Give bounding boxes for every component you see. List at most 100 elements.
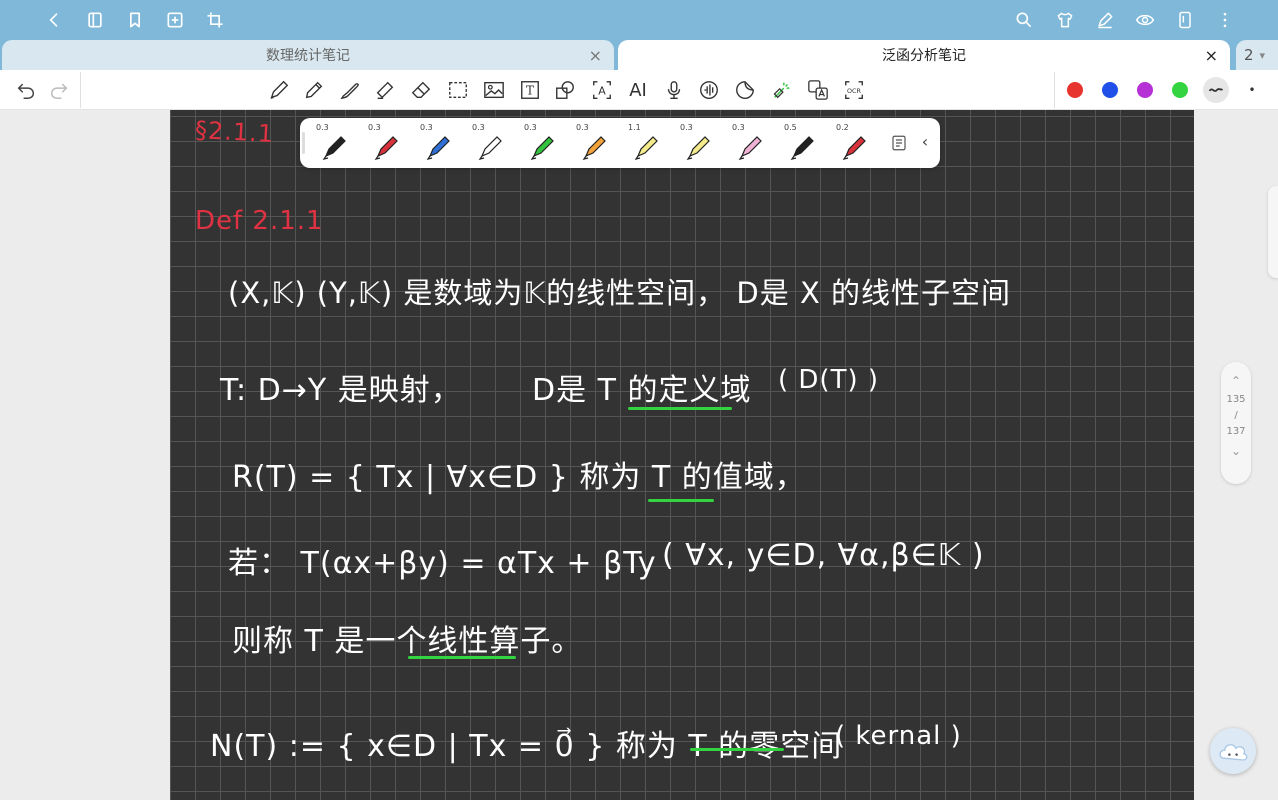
eraser-icon[interactable]: [409, 78, 433, 102]
note-line-spaces: (X,𝕂) (Y,𝕂) 是数域为𝕂的线性空间， D是 X 的线性子空间: [228, 276, 1012, 310]
tab-count-dropdown[interactable]: 2 ▾: [1236, 40, 1278, 70]
note-line-linear-operator: 则称 T 是一个线性算子。: [232, 624, 583, 659]
pen-nib-icon: [634, 136, 658, 160]
pen-preset-10[interactable]: 0.5: [778, 118, 826, 168]
drag-handle[interactable]: [302, 132, 305, 154]
note-page[interactable]: §2.1.1 Def 2.1.1 (X,𝕂) (Y,𝕂) 是数域为𝕂的线性空间，…: [170, 110, 1194, 800]
undo-icon[interactable]: [14, 78, 38, 102]
color-green-swatch[interactable]: [1172, 82, 1188, 98]
redo-icon[interactable]: [47, 78, 71, 102]
lasso-select-icon[interactable]: [446, 78, 470, 102]
pen-settings-icon[interactable]: [1093, 8, 1117, 32]
tab-close-icon[interactable]: ×: [589, 46, 602, 65]
pen-preset-1[interactable]: 0.3: [310, 118, 358, 168]
shape-icon[interactable]: [553, 78, 577, 102]
note-line-domain: D是 T 的定义域: [532, 373, 752, 408]
pen-size-label: 0.3: [680, 123, 693, 132]
tablet-icon[interactable]: [1173, 8, 1197, 32]
pen-nib-icon: [686, 136, 710, 160]
pen-preset-2[interactable]: 0.3: [362, 118, 410, 168]
section-heading: §2.1.1: [194, 115, 275, 149]
tab-bar: 数理统计笔记 × 泛函分析笔记 × 2 ▾: [0, 40, 1278, 70]
pen-nib-icon: [426, 136, 450, 160]
text-recognize-icon[interactable]: A: [590, 78, 614, 102]
page-navigator: ⌃ 135 / 137 ⌄: [1221, 362, 1251, 484]
pen-icon[interactable]: [267, 78, 291, 102]
page-down-button[interactable]: ⌄: [1221, 440, 1251, 462]
brush-icon[interactable]: [338, 78, 362, 102]
definition-domain-underline: [628, 407, 732, 410]
pen-preset-4[interactable]: 0.3: [466, 118, 514, 168]
laser-pointer-icon[interactable]: [770, 78, 794, 102]
definition-label: Def 2.1.1: [195, 206, 324, 236]
pen-nib-icon: [790, 136, 814, 160]
current-page-number: 135: [1226, 394, 1246, 405]
pen-preset-bar: 0.3 0.3 0.3 0.3 0.3 0.3 1.1 0.3 0.3 0.5 0.2 ‹: [300, 118, 940, 168]
pen-size-label: 0.3: [576, 123, 589, 132]
add-page-icon[interactable]: [163, 8, 187, 32]
tab-statistics-notes[interactable]: 数理统计笔记 ×: [2, 40, 614, 70]
total-pages: 137: [1226, 426, 1246, 437]
ocr-label: OCR: [847, 87, 862, 95]
pen-preset-11[interactable]: 0.2: [830, 118, 878, 168]
more-options-icon[interactable]: •: [1240, 78, 1264, 102]
image-icon[interactable]: [482, 78, 506, 102]
pen-nib-icon: [582, 136, 606, 160]
back-icon[interactable]: [42, 8, 66, 32]
pen-nib-icon: [322, 136, 346, 160]
pen-size-label: 0.3: [368, 123, 381, 132]
pen-nib-icon: [478, 136, 502, 160]
ai-label: AI: [629, 79, 647, 101]
pen-size-label: 0.3: [316, 123, 329, 132]
pen-preset-6[interactable]: 0.3: [570, 118, 618, 168]
pen-preset-8[interactable]: 0.3: [674, 118, 722, 168]
pen-size-label: 0.3: [524, 123, 537, 132]
crop-icon[interactable]: [203, 8, 227, 32]
translate-icon[interactable]: [806, 78, 830, 102]
pen-size-label: 0.3: [420, 123, 433, 132]
assistant-cloud-icon: [1219, 744, 1248, 761]
ai-icon[interactable]: AI: [626, 78, 650, 102]
bookmark-icon[interactable]: [123, 8, 147, 32]
pen-preset-3[interactable]: 0.3: [414, 118, 462, 168]
tab-count-value: 2: [1244, 46, 1254, 64]
color-red-swatch[interactable]: [1067, 82, 1083, 98]
ocr-icon[interactable]: OCR: [842, 78, 866, 102]
tab-close-icon[interactable]: ×: [1205, 46, 1218, 65]
tab-label: 泛函分析笔记: [882, 48, 966, 64]
top-bar: [0, 0, 1278, 40]
side-panel-handle[interactable]: [1268, 186, 1278, 278]
pen-size-label: 0.3: [472, 123, 485, 132]
audio-icon[interactable]: [697, 78, 721, 102]
drawing-toolbar: T A AI OCR •: [0, 70, 1278, 110]
note-line-domain-notation: ( D(T) ): [778, 365, 880, 395]
pen-size-label: 0.2: [836, 123, 849, 132]
book-icon[interactable]: [83, 8, 107, 32]
microphone-icon[interactable]: [662, 78, 686, 102]
sticker-icon[interactable]: [733, 78, 757, 102]
note-line-kernel: ( kernal ): [835, 721, 962, 751]
toolbar-divider: [1054, 72, 1055, 108]
pen-size-label: 1.1: [628, 123, 641, 132]
page-up-button[interactable]: ⌃: [1221, 370, 1251, 392]
stroke-style-icon[interactable]: [1203, 77, 1229, 103]
shirt-icon[interactable]: [1053, 8, 1077, 32]
more-icon[interactable]: [1213, 8, 1237, 32]
note-line-linearity: 若： T(αx+βy) = αTx + βTy: [228, 546, 657, 581]
pen-preset-5[interactable]: 0.3: [518, 118, 566, 168]
highlighter-icon[interactable]: [373, 78, 397, 102]
assistant-bubble[interactable]: [1210, 728, 1256, 774]
tab-functional-analysis-notes[interactable]: 泛函分析笔记 ×: [618, 40, 1230, 70]
pen-preset-7[interactable]: 1.1: [622, 118, 670, 168]
eye-icon[interactable]: [1133, 8, 1157, 32]
collapse-chevron-icon[interactable]: ‹: [916, 132, 934, 154]
pen-preset-9[interactable]: 0.3: [726, 118, 774, 168]
color-purple-swatch[interactable]: [1137, 82, 1153, 98]
pen-nib-icon: [738, 136, 762, 160]
pen-list-icon[interactable]: [890, 134, 908, 152]
text-box-icon[interactable]: T: [518, 78, 542, 102]
search-icon[interactable]: [1012, 8, 1036, 32]
pencil-icon[interactable]: [302, 78, 326, 102]
color-blue-swatch[interactable]: [1102, 82, 1118, 98]
note-line-quantifiers: ( ∀x, y∈D, ∀α,β∈𝕂 ): [662, 538, 985, 573]
